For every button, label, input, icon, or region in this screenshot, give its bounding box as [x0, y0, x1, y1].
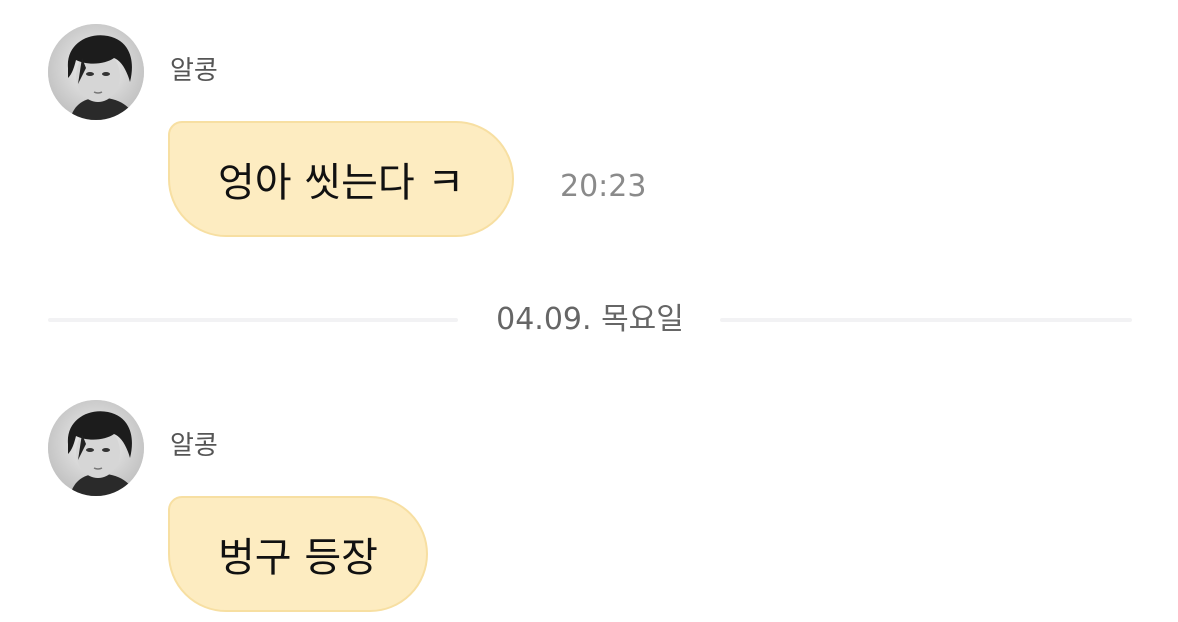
avatar[interactable] [48, 24, 144, 120]
message-bubble[interactable]: 벙구 등장 [168, 496, 428, 612]
message-text: 엉아 씻는다 ㅋ [218, 160, 465, 206]
message-bubble[interactable]: 엉아 씻는다 ㅋ [168, 121, 515, 237]
message-time: 20:23 [560, 169, 647, 204]
profile-photo-icon [48, 400, 144, 496]
avatar[interactable] [48, 400, 144, 496]
divider-line [720, 318, 1132, 322]
profile-photo-icon [48, 24, 144, 120]
date-divider: 04.09. 목요일 [48, 296, 1132, 344]
message-text: 벙구 등장 [218, 535, 378, 581]
sender-name: 알콩 [170, 56, 218, 86]
sender-name: 알콩 [170, 431, 218, 461]
